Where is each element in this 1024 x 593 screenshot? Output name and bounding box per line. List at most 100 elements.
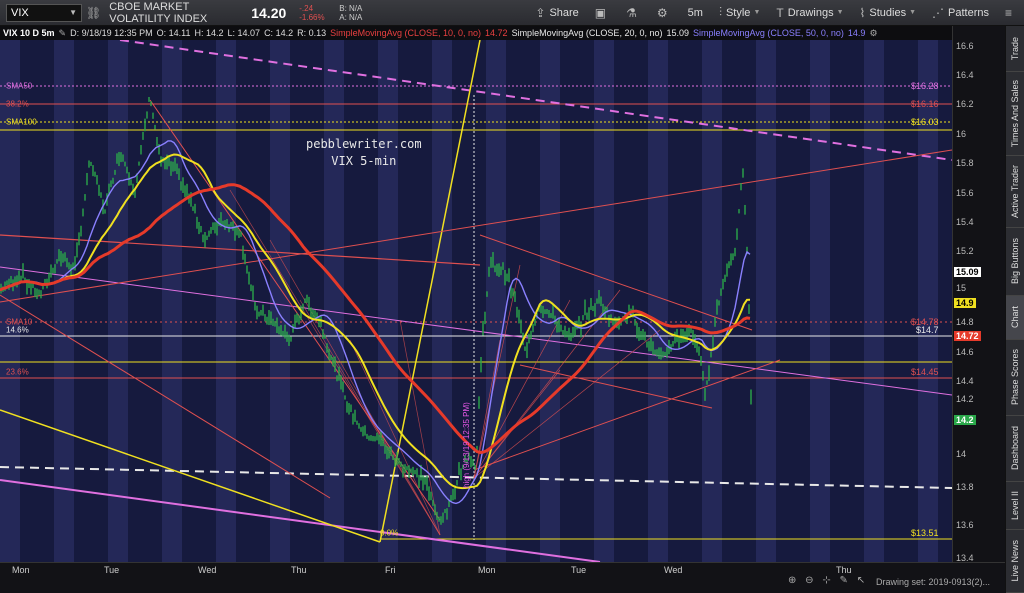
chart-canvas[interactable]	[0, 40, 952, 562]
tab-label: Big Buttons	[1010, 238, 1020, 285]
study-symbol: VIX 10 D 5m	[3, 28, 55, 38]
sma50-level-label: SMA50	[6, 81, 33, 91]
axis-controls: ⊕ ⊖ ⊹ ✎ ↖	[788, 575, 871, 586]
sma10-legend[interactable]: SimpleMovingAvg (CLOSE, 10, 0, no)	[330, 28, 481, 38]
time-axis[interactable]: Mon Tue Wed Thu Fri Mon Tue Wed Thu ⊕ ⊖ …	[0, 562, 1005, 593]
level-price: $14.7	[916, 325, 939, 335]
session-band	[810, 40, 830, 562]
tab-live-news[interactable]: Live News	[1006, 530, 1024, 593]
settings-button[interactable]: ⚙	[649, 0, 680, 26]
tab-label: Dashboard	[1010, 426, 1020, 471]
tab-trade[interactable]: Trade	[1006, 26, 1024, 72]
zoom-in-icon[interactable]: ⊕	[788, 575, 796, 586]
price-axis[interactable]: 16.6 16.4 16.2 16 15.8 15.6 15.4 15.2 15…	[952, 26, 1005, 563]
studies-button[interactable]: ⌇ Studies ▼	[852, 0, 925, 26]
sma20-legend[interactable]: SimpleMovingAvg (CLOSE, 20, 0, no)	[512, 28, 663, 38]
sma20-price-tag: 15.09	[954, 267, 981, 277]
drawings-label: Drawings	[787, 6, 834, 19]
chevron-down-icon: ▼	[836, 9, 844, 16]
study-legend-bar: VIX 10 D 5m ✎ D: 9/18/19 12:35 PM O: 14.…	[0, 26, 952, 40]
tab-big-buttons[interactable]: Big Buttons	[1006, 228, 1024, 296]
tab-level-ii[interactable]: Level II	[1006, 482, 1024, 530]
sma50-legend[interactable]: SimpleMovingAvg (CLOSE, 50, 0, no)	[693, 28, 844, 38]
tab-label: Level II	[1010, 490, 1020, 521]
style-button[interactable]: ⫶ Style ▼	[711, 0, 768, 26]
fib382-level-price: $16.16	[911, 99, 939, 109]
sma100-level-price: $16.03	[911, 117, 939, 127]
patterns-button[interactable]: ⋰ Patterns	[924, 0, 997, 26]
drawing-tool-icon[interactable]: ✎	[840, 575, 848, 586]
symbol-selector[interactable]: VIX ▼	[6, 3, 82, 22]
tab-label: Trade	[1010, 36, 1020, 61]
price-tick: 14.6	[956, 347, 974, 357]
session-band	[162, 40, 182, 562]
pointer-icon[interactable]: ↖	[857, 575, 865, 586]
drawing-set-selector[interactable]: Drawing set: 2019-0913(2)...	[876, 577, 990, 587]
patterns-label: Patterns	[948, 6, 989, 19]
price-tick: 15.2	[956, 246, 974, 256]
time-label: Wed	[664, 565, 683, 575]
symbol-text: VIX	[11, 6, 29, 19]
style-label: Style	[725, 6, 751, 19]
session-band	[864, 40, 884, 562]
net-change: -.24	[299, 3, 314, 13]
last-price-tag: 14.2	[954, 415, 976, 425]
sidebar-toggle-button[interactable]: ▣	[587, 0, 618, 26]
price-chart[interactable]: pebblewriter.com VIX 5-min SMA50 38.2% S…	[0, 40, 952, 562]
fib382-label: 38.2%	[6, 99, 29, 109]
tab-active-trader[interactable]: Active Trader	[1006, 156, 1024, 228]
bid-ask-block: B: N/A A: N/A	[339, 4, 379, 22]
price-tick: 16.6	[956, 41, 974, 51]
price-tick: 16	[956, 129, 967, 139]
watermark: pebblewriter.com VIX 5-min	[306, 136, 422, 170]
price-tick: 16.4	[956, 70, 974, 80]
lab-button[interactable]: ⚗	[618, 0, 649, 26]
price-tick: 15.8	[956, 158, 974, 168]
settings-icon[interactable]: ⚙	[869, 28, 877, 39]
tab-label: Live News	[1010, 540, 1020, 582]
price-tick: 14.2	[956, 394, 974, 404]
sma10-price-tag: 14.72	[954, 331, 981, 341]
studies-icon: ⌇	[859, 5, 866, 20]
tab-times-and-sales[interactable]: Times And Sales	[1006, 72, 1024, 156]
edit-icon[interactable]: ✎	[59, 28, 67, 39]
level-146-label: 14.6%	[6, 325, 29, 335]
time-label: Fri	[385, 565, 396, 575]
fib0-level-price: $13.51	[911, 528, 939, 538]
sma100-level-label: SMA100	[6, 117, 37, 127]
drawing-tool-icon: T	[776, 5, 784, 20]
bar-open: O: 14.11	[156, 28, 191, 38]
price-tick: 14	[956, 449, 967, 459]
studies-label: Studies	[869, 6, 907, 19]
price-tick: 16.2	[956, 99, 974, 109]
menu-button[interactable]: ≡	[997, 0, 1024, 26]
right-sidebar: Trade Times And Sales Active Trader Big …	[1005, 26, 1024, 593]
sma50-level-price: $16.28	[911, 81, 939, 91]
drawings-button[interactable]: T Drawings ▼	[768, 0, 851, 26]
chevron-down-icon: ▼	[69, 8, 77, 17]
zoom-out-icon[interactable]: ⊖	[805, 575, 813, 586]
chevron-down-icon: ▼	[753, 9, 761, 16]
price-tick: 13.8	[956, 482, 974, 492]
tab-label: Phase Scores	[1010, 349, 1020, 406]
share-icon: ⇪	[535, 5, 546, 20]
price-tick: 15.4	[956, 217, 974, 227]
tab-phase-scores[interactable]: Phase Scores	[1006, 340, 1024, 416]
high-annotation: high (9/13/19 12:35 PM)	[462, 402, 471, 488]
session-band	[54, 40, 74, 562]
sma20-legend-value: 15.09	[666, 28, 689, 38]
tab-chart[interactable]: Chart	[1006, 296, 1024, 340]
timeframe-button[interactable]: 5m	[680, 0, 711, 26]
symbol-description: CBOE MARKET VOLATILITY INDEX	[109, 0, 208, 25]
link-icon[interactable]: ⛓	[82, 6, 105, 20]
tab-dashboard[interactable]: Dashboard	[1006, 416, 1024, 482]
price-tick: 14.4	[956, 376, 974, 386]
bar-high: H: 14.2	[194, 28, 224, 38]
gear-icon: ⚙	[656, 5, 668, 20]
time-label: Wed	[198, 565, 217, 575]
flask-icon: ⚗	[626, 5, 637, 20]
time-label: Tue	[104, 565, 120, 575]
share-button[interactable]: ⇪ Share	[527, 0, 586, 26]
crosshair-icon[interactable]: ⊹	[822, 575, 830, 586]
sma50-price-tag: 14.9	[954, 298, 976, 308]
